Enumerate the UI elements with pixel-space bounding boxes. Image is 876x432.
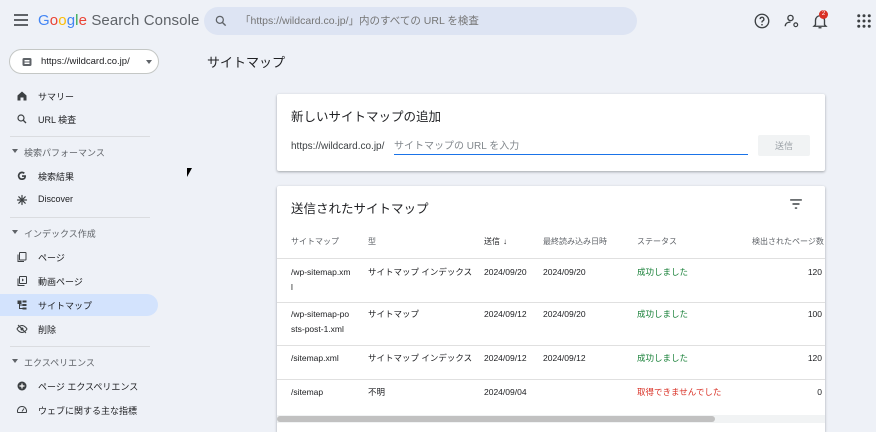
account-settings-icon[interactable]: [783, 12, 801, 30]
section-experience[interactable]: エクスペリエンス: [0, 353, 158, 371]
section-search-performance[interactable]: 検索パフォーマンス: [0, 143, 158, 161]
sitemap-type: サイトマップ インデックス: [368, 353, 473, 363]
submitted-date: 2024/09/12: [484, 353, 527, 363]
last-read-date: 2024/09/20: [543, 309, 586, 319]
sitemap-path: /wp-sitemap-po sts-post-1.xml: [291, 309, 350, 334]
chevron-down-icon: [12, 230, 18, 234]
sidebar-item-url-inspection[interactable]: URL 検査: [0, 108, 158, 130]
chevron-down-icon: [12, 149, 18, 153]
nav-divider: [10, 217, 150, 218]
mouse-pointer-icon: [187, 168, 192, 177]
submitted-sitemaps-card: 送信されたサイトマップ サイトマップ 型 送信 ↓ 最終読み込み日時 ステータス …: [277, 186, 825, 432]
sitemap-path: /wp-sitemap.xm l: [291, 267, 351, 292]
sidebar-item-search-results[interactable]: 検索結果: [0, 165, 158, 187]
arrow-down-icon: ↓: [503, 237, 507, 246]
search-console-logo[interactable]: Google Search Console: [38, 12, 199, 29]
section-indexing[interactable]: インデックス作成: [0, 224, 158, 242]
chevron-down-icon: [12, 359, 18, 363]
discovered-pages: 100: [807, 309, 822, 319]
sidebar: https://wildcard.co.jp/ サマリー URL 検査 検索パフ…: [0, 42, 168, 432]
submit-sitemap-button[interactable]: 送信: [758, 135, 810, 156]
sitemap-path: /sitemap.xml: [291, 353, 339, 363]
column-header-last-read[interactable]: 最終読み込み日時: [543, 236, 607, 247]
last-read-date: 2024/09/12: [543, 353, 586, 363]
nav-divider: [10, 346, 150, 347]
discovered-pages: 120: [807, 267, 822, 277]
property-selector[interactable]: https://wildcard.co.jp/: [9, 49, 159, 74]
sitemap-icon: [17, 300, 27, 310]
horizontal-scrollbar[interactable]: [277, 415, 825, 423]
add-sitemap-card: 新しいサイトマップの追加 https://wildcard.co.jp/ 送信: [277, 94, 825, 171]
sidebar-item-sitemaps[interactable]: サイトマップ: [0, 294, 158, 316]
sitemap-type: 不明: [368, 387, 386, 397]
sidebar-item-core-web-vitals[interactable]: ウェブに関する主な指標: [0, 399, 158, 421]
table-row[interactable]: /sitemap 不明 2024/09/04 取得できませんでした 0: [277, 380, 825, 414]
submitted-date: 2024/09/12: [484, 309, 527, 319]
status-text: 取得できませんでした: [637, 387, 722, 397]
submitted-date: 2024/09/20: [484, 267, 527, 277]
gauge-icon: [17, 406, 27, 413]
sitemap-type: サイトマップ インデックス: [368, 267, 473, 277]
sidebar-item-pages[interactable]: ページ: [0, 246, 158, 268]
product-name: Search Console: [91, 12, 200, 29]
chevron-down-icon: [146, 60, 152, 64]
google-g-icon: [17, 171, 26, 181]
table-row[interactable]: /wp-sitemap-po sts-post-1.xml サイトマップ 2024…: [277, 303, 825, 345]
status-text: 成功しました: [637, 353, 689, 363]
asterisk-icon: [16, 194, 28, 206]
table-row[interactable]: /wp-sitemap.xm l サイトマップ インデックス 2024/09/20…: [277, 259, 825, 302]
sitemap-url-prefix: https://wildcard.co.jp/: [291, 141, 385, 152]
discovered-pages: 0: [817, 387, 822, 397]
column-header-sitemap[interactable]: サイトマップ: [291, 236, 339, 247]
top-bar: Google Search Console 2: [0, 0, 876, 42]
video-icon: [17, 276, 27, 286]
property-url: https://wildcard.co.jp/: [41, 56, 130, 67]
sidebar-item-page-experience[interactable]: ページ エクスペリエンス: [0, 375, 158, 397]
scrollbar-thumb[interactable]: [277, 416, 715, 422]
page-title: サイトマップ: [207, 55, 286, 70]
column-header-type[interactable]: 型: [368, 236, 376, 247]
sitemap-type: サイトマップ: [368, 309, 420, 319]
add-sitemap-title: 新しいサイトマップの追加: [291, 110, 442, 124]
search-input[interactable]: [240, 11, 630, 31]
experience-icon: [17, 381, 27, 391]
last-read-date: 2024/09/20: [543, 267, 586, 277]
notification-badge: 2: [819, 10, 828, 19]
filter-icon[interactable]: [789, 198, 803, 210]
discovered-pages: 120: [807, 353, 822, 363]
nav-divider: [10, 136, 150, 137]
search-icon: [215, 15, 227, 27]
sidebar-item-summary[interactable]: サマリー: [0, 85, 158, 107]
status-text: 成功しました: [637, 309, 689, 319]
submitted-sitemaps-title: 送信されたサイトマップ: [291, 202, 429, 216]
property-icon: [22, 58, 32, 66]
sidebar-item-removals[interactable]: 削除: [0, 318, 158, 340]
column-header-submitted[interactable]: 送信 ↓: [484, 236, 507, 247]
sidebar-item-video-pages[interactable]: 動画ページ: [0, 270, 158, 292]
column-header-discovered-pages[interactable]: 検出されたページ数: [752, 236, 824, 247]
status-text: 成功しました: [637, 267, 689, 277]
sitemap-url-input[interactable]: [394, 139, 748, 155]
sidebar-item-discover[interactable]: Discover: [0, 189, 158, 211]
sitemap-path: /sitemap: [291, 387, 324, 397]
table-row[interactable]: /sitemap.xml サイトマップ インデックス 2024/09/12 20…: [277, 346, 825, 379]
url-inspection-search[interactable]: [204, 7, 637, 35]
home-icon: [17, 91, 27, 101]
pages-icon: [17, 252, 27, 262]
submitted-date: 2024/09/04: [484, 387, 527, 397]
column-header-status[interactable]: ステータス: [637, 236, 677, 247]
apps-grid-icon[interactable]: [855, 12, 873, 30]
eye-off-icon: [16, 324, 28, 334]
search-icon: [17, 114, 27, 124]
help-icon[interactable]: [753, 12, 771, 30]
menu-icon[interactable]: [14, 14, 28, 26]
